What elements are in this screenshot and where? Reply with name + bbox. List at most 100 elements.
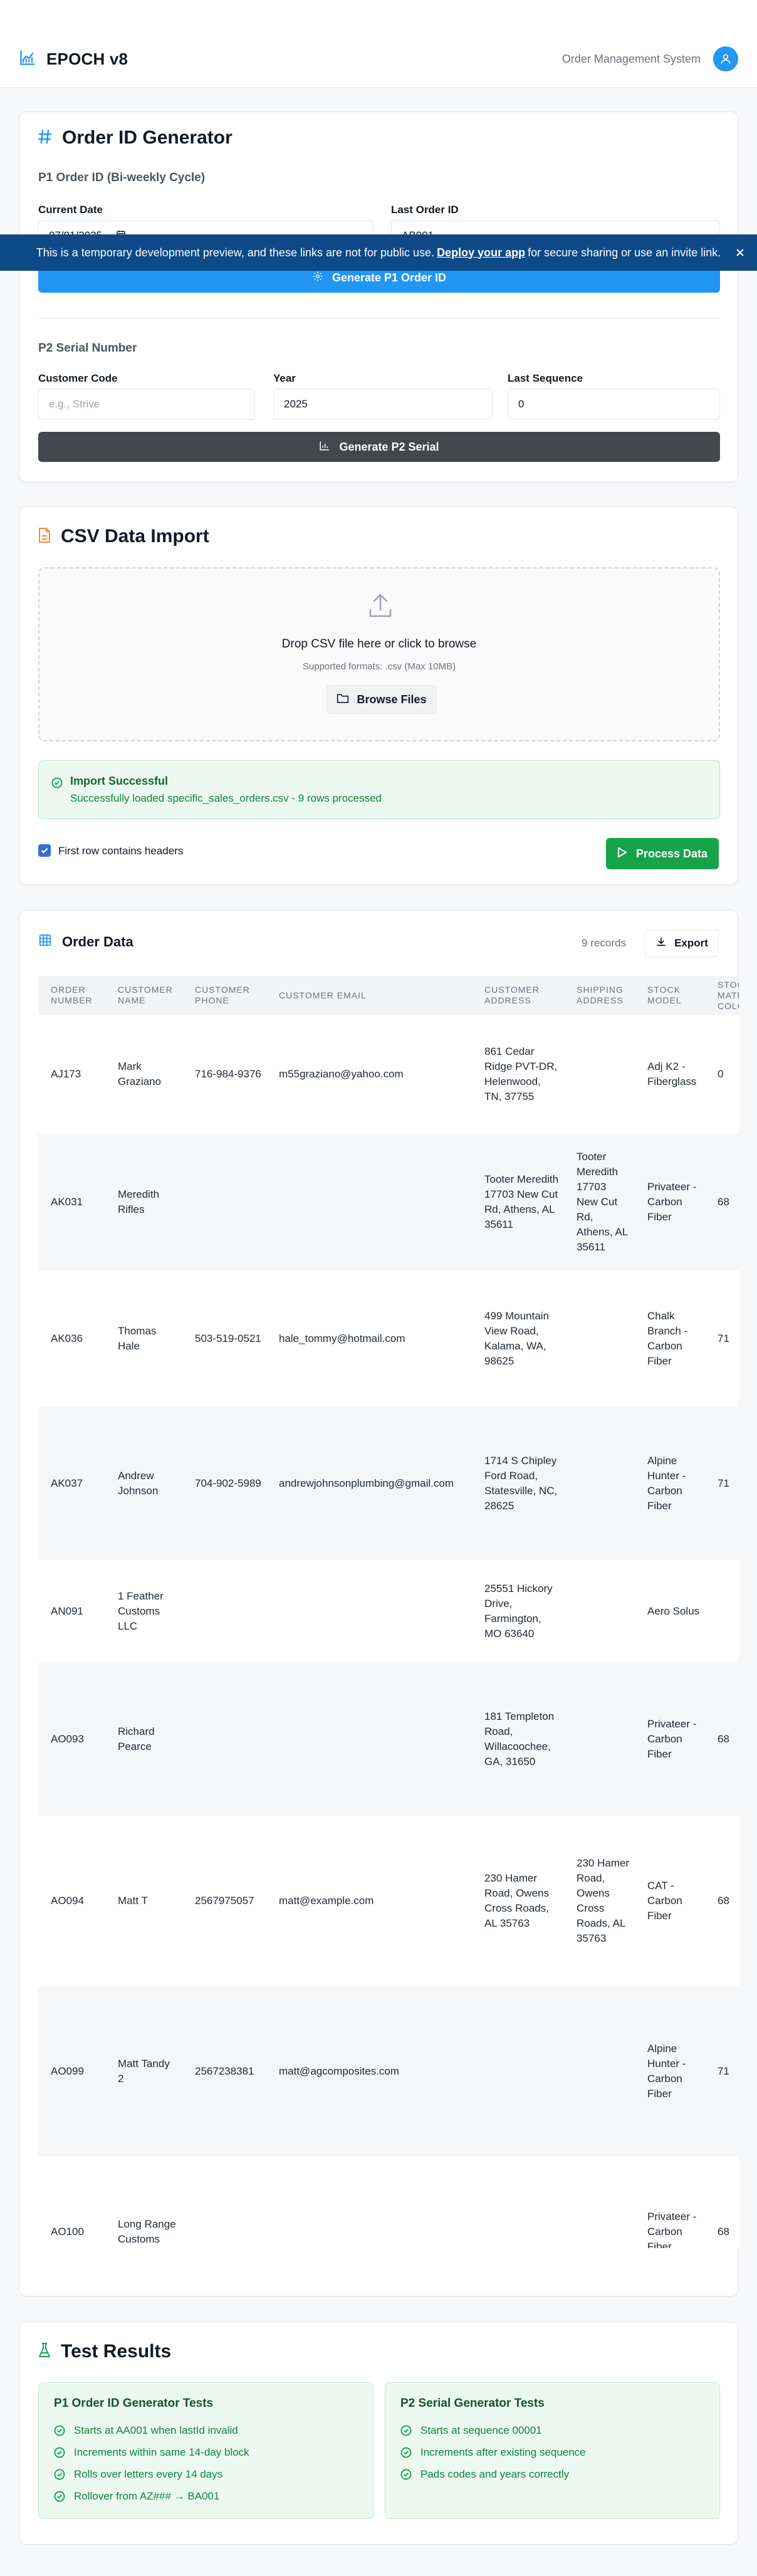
order-table-scroll[interactable]: ORDER NUMBER CUSTOMER NAME CUSTOMER PHON… bbox=[38, 976, 739, 2248]
test-item-label: Pads codes and years correctly bbox=[420, 2468, 570, 2480]
table-cell: Alpine Hunter - Carbon Fiber bbox=[635, 1986, 705, 2157]
csv-dropzone[interactable]: Drop CSV file here or click to browse Su… bbox=[38, 567, 720, 741]
headers-checkbox-label[interactable]: First row contains headers bbox=[58, 845, 183, 857]
upload-icon bbox=[368, 592, 393, 622]
table-row[interactable]: AO093 Richard Pearce 181 Templeton Road,… bbox=[38, 1663, 739, 1816]
table-cell bbox=[266, 2157, 472, 2248]
test-results-title: Test Results bbox=[61, 2341, 172, 2362]
table-row[interactable]: AO099 Matt Tandy 2 2567238381 matt@agcom… bbox=[38, 1986, 739, 2157]
table-cell: matt@example.com bbox=[266, 1816, 472, 1986]
import-success-title: Import Successful bbox=[70, 775, 169, 787]
table-cell: AN091 bbox=[38, 1560, 105, 1663]
deploy-link[interactable]: Deploy your app bbox=[437, 246, 525, 259]
current-date-label: Current Date bbox=[38, 204, 103, 216]
column-header[interactable]: CUSTOMER EMAIL bbox=[266, 976, 472, 1015]
table-cell: AK031 bbox=[38, 1134, 105, 1270]
table-cell: CAT - Carbon Fiber bbox=[635, 1816, 705, 1986]
column-header[interactable]: STOCK MATERIAL COLOR bbox=[705, 976, 739, 1015]
table-cell: 704-902-5989 bbox=[182, 1407, 266, 1560]
order-data-card: Order Data 9 records Export ORDER NUMBER… bbox=[19, 910, 739, 2296]
table-cell bbox=[182, 1134, 266, 1270]
table-cell: Privateer - Carbon Fiber bbox=[635, 1134, 705, 1270]
test-item: Rollover from AZ### → BA001 bbox=[54, 2490, 219, 2503]
generate-p2-button[interactable]: Generate P2 Serial bbox=[38, 432, 720, 462]
export-button[interactable]: Export bbox=[645, 929, 719, 957]
column-header[interactable]: STOCK MODEL bbox=[635, 976, 705, 1015]
table-cell: Aero Solus bbox=[635, 1560, 705, 1663]
test-item: Starts at AA001 when lastId invalid bbox=[54, 2424, 238, 2437]
test-item-label: Rollover from AZ### → BA001 bbox=[74, 2490, 220, 2502]
test-item: Increments within same 14-day block bbox=[54, 2446, 249, 2459]
table-row[interactable]: AK037 Andrew Johnson 704-902-5989 andrew… bbox=[38, 1407, 739, 1560]
banner-text: This is a temporary development preview,… bbox=[36, 246, 435, 259]
table-cell: 68 bbox=[705, 1816, 739, 1986]
table-cell bbox=[564, 1407, 635, 1560]
table-row[interactable]: AK031 Meredith Rifles Tooter Meredith 17… bbox=[38, 1134, 739, 1270]
table-row[interactable]: AN091 1 Feather Customs LLC 25551 Hickor… bbox=[38, 1560, 739, 1663]
browse-files-label: Browse Files bbox=[357, 693, 427, 706]
close-icon[interactable] bbox=[732, 244, 748, 261]
import-success-message: Successfully loaded specific_sales_order… bbox=[70, 792, 382, 804]
test-item: Increments after existing sequence bbox=[400, 2446, 586, 2459]
table-cell: Matt Tandy 2 bbox=[105, 1986, 182, 2157]
customer-code-input[interactable] bbox=[38, 389, 255, 420]
table-row[interactable]: AK036 Thomas Hale 503-519-0521 hale_tomm… bbox=[38, 1270, 739, 1407]
gear-icon bbox=[312, 271, 323, 285]
table-cell: Richard Pearce bbox=[105, 1663, 182, 1816]
table-cell: 716-984-9376 bbox=[182, 1015, 266, 1134]
table-cell: 68 bbox=[705, 2157, 739, 2248]
header-right: Order Management System bbox=[562, 46, 738, 71]
table-row[interactable]: AJ173 Mark Graziano 716-984-9376 m55graz… bbox=[38, 1015, 739, 1134]
dropzone-formats: Supported formats: .csv (Max 10MB) bbox=[302, 661, 456, 672]
table-cell bbox=[564, 1560, 635, 1663]
table-cell bbox=[182, 2157, 266, 2248]
column-header[interactable]: ORDER NUMBER bbox=[38, 976, 105, 1015]
headers-checkbox[interactable] bbox=[38, 844, 51, 857]
table-header-row: ORDER NUMBER CUSTOMER NAME CUSTOMER PHON… bbox=[38, 976, 739, 1015]
banner-text-after: for secure sharing or use an invite link… bbox=[528, 246, 721, 259]
last-sequence-label: Last Sequence bbox=[508, 372, 583, 384]
table-cell bbox=[564, 1663, 635, 1816]
table-row[interactable]: AO100 Long Range Customs Privateer - Car… bbox=[38, 2157, 739, 2248]
table-cell: 2567975057 bbox=[182, 1816, 266, 1986]
year-field[interactable]: 2025 bbox=[273, 389, 493, 420]
file-icon bbox=[38, 527, 51, 547]
card-title: Order Data bbox=[38, 933, 133, 950]
table-cell: 71 bbox=[705, 1986, 739, 2157]
table-cell: 861 Cedar Ridge PVT-DR, Helenwood, TN, 3… bbox=[472, 1015, 564, 1134]
browse-files-button[interactable]: Browse Files bbox=[326, 685, 437, 714]
process-data-label: Process Data bbox=[635, 847, 708, 860]
check-circle-icon bbox=[54, 2425, 65, 2436]
column-header[interactable]: CUSTOMER PHONE bbox=[182, 976, 266, 1015]
brand[interactable]: EPOCH v8 bbox=[19, 49, 128, 70]
table-cell: 71 bbox=[705, 1270, 739, 1407]
table-cell: hale_tommy@hotmail.com bbox=[266, 1270, 472, 1407]
table-row[interactable]: AO094 Matt T 2567975057 matt@example.com… bbox=[38, 1816, 739, 1986]
table-cell bbox=[266, 1663, 472, 1816]
table-cell: Meredith Rifles bbox=[105, 1134, 182, 1270]
card-title: Order ID Generator bbox=[38, 127, 232, 149]
card-title: Test Results bbox=[38, 2341, 171, 2362]
check-circle-icon bbox=[51, 777, 63, 792]
order-id-generator-title: Order ID Generator bbox=[62, 127, 232, 148]
table-cell: 499 Mountain View Road, Kalama, WA, 9862… bbox=[472, 1270, 564, 1407]
column-header[interactable]: CUSTOMER ADDRESS bbox=[472, 976, 564, 1015]
app-header: EPOCH v8 Order Management System bbox=[0, 0, 757, 88]
table-cell: Matt T bbox=[105, 1816, 182, 1986]
check-circle-icon bbox=[54, 2447, 65, 2458]
process-data-button[interactable]: Process Data bbox=[606, 838, 719, 869]
table-cell: Privateer - Carbon Fiber bbox=[635, 1663, 705, 1816]
column-header[interactable]: CUSTOMER NAME bbox=[105, 976, 182, 1015]
flask-icon bbox=[38, 2342, 51, 2362]
play-icon bbox=[617, 847, 627, 861]
table-cell: Adj K2 - Fiberglass bbox=[635, 1015, 705, 1134]
csv-import-title: CSV Data Import bbox=[61, 526, 209, 547]
order-data-title: Order Data bbox=[62, 933, 133, 950]
last-sequence-field[interactable]: 0 bbox=[508, 389, 720, 420]
table-cell bbox=[182, 1663, 266, 1816]
table-cell: AO099 bbox=[38, 1986, 105, 2157]
table-cell: 230 Hamer Road, Owens Cross Roads, AL 35… bbox=[564, 1816, 635, 1986]
column-header[interactable]: SHIPPING ADDRESS bbox=[564, 976, 635, 1015]
avatar[interactable] bbox=[713, 46, 738, 71]
table-cell: AO094 bbox=[38, 1816, 105, 1986]
